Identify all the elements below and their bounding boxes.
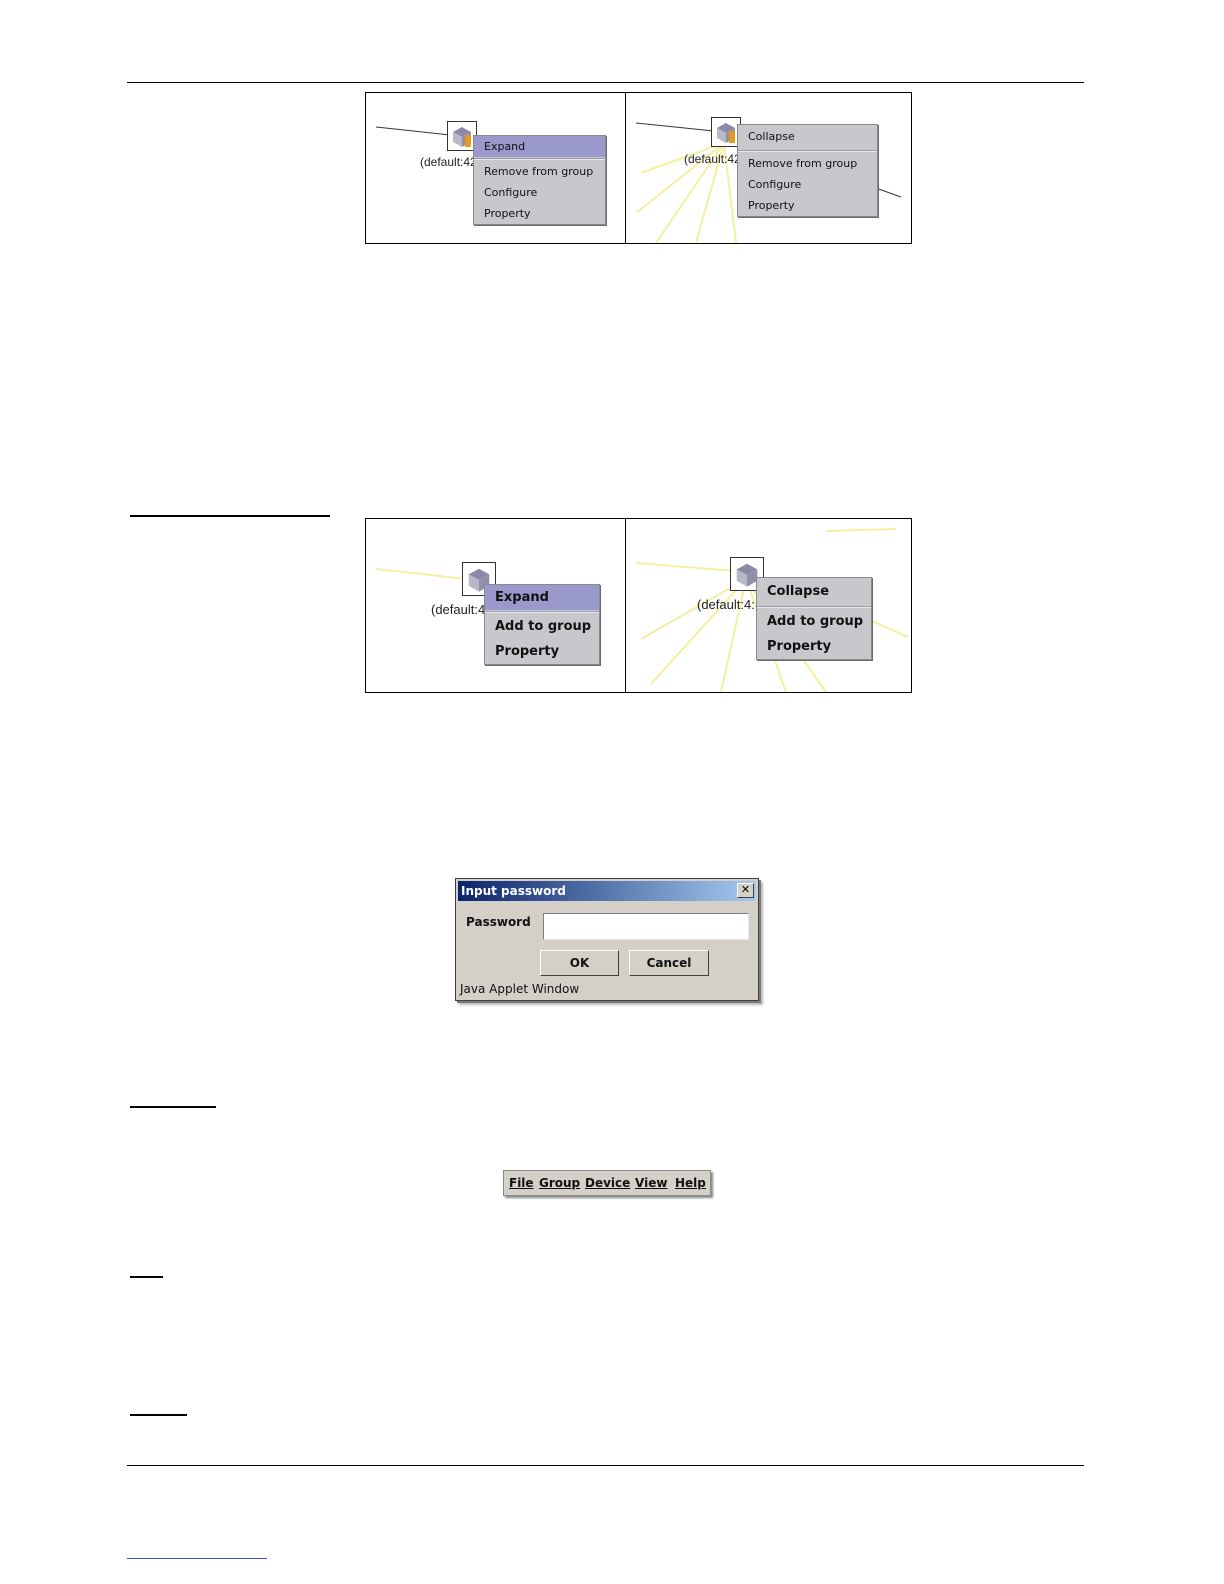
node-label: (default:4 <box>431 602 486 617</box>
menu-help[interactable]: Help <box>675 1176 706 1190</box>
footer-rule <box>127 1465 1084 1466</box>
cancel-button[interactable]: Cancel <box>629 950 709 976</box>
menu-item-property[interactable]: Property <box>757 634 871 659</box>
menu-item-expand[interactable]: Expand <box>485 585 599 610</box>
collapse-pane: (default:42 Collapse Remove from group C… <box>626 93 911 243</box>
menu-separator <box>485 611 599 613</box>
node-label: (default:42 <box>684 152 741 166</box>
password-label: Password <box>466 915 531 929</box>
menu-item-property[interactable]: Property <box>738 195 877 216</box>
figure-group-menu-screenshot: (default:42 Expand Remove from group Con… <box>365 92 912 244</box>
menu-item-property[interactable]: Property <box>485 639 599 664</box>
menu-file[interactable]: File <box>509 1176 534 1190</box>
menu-item-add-to-group[interactable]: Add to group <box>757 609 871 634</box>
password-input[interactable] <box>543 913 749 940</box>
expand-pane: (default:4 Expand Add to group Property <box>366 519 626 692</box>
context-menu: Collapse Add to group Property <box>756 577 872 660</box>
context-menu: Expand Add to group Property <box>484 584 600 665</box>
menu-separator <box>757 606 871 608</box>
ok-button[interactable]: OK <box>540 950 619 976</box>
header-rule <box>127 82 1084 83</box>
applet-status-text: Java Applet Window <box>460 982 580 996</box>
input-password-dialog: Input password ✕ Password OK Cancel Java… <box>455 878 759 1001</box>
dialog-title: Input password <box>458 881 756 901</box>
node-label: (default:4: <box>697 597 755 612</box>
collapse-pane: (default:4: Collapse Add to group Proper… <box>626 519 911 692</box>
expand-pane: (default:42 Expand Remove from group Con… <box>366 93 626 243</box>
section-heading-underline <box>130 1276 163 1278</box>
switch-icon <box>453 127 471 147</box>
menu-item-expand[interactable]: Expand <box>474 136 605 157</box>
menu-item-configure[interactable]: Configure <box>474 182 605 203</box>
menu-item-configure[interactable]: Configure <box>738 174 877 195</box>
menu-item-property[interactable]: Property <box>474 203 605 224</box>
menu-item-collapse[interactable]: Collapse <box>757 578 871 605</box>
node-label: (default:42 <box>420 155 477 169</box>
switch-icon <box>717 123 735 143</box>
menu-view[interactable]: View <box>635 1176 667 1190</box>
menu-item-remove-from-group[interactable]: Remove from group <box>738 153 877 174</box>
menu-item-remove-from-group[interactable]: Remove from group <box>474 161 605 182</box>
menu-item-collapse[interactable]: Collapse <box>738 125 877 149</box>
menu-device[interactable]: Device <box>585 1176 630 1190</box>
menu-item-add-to-group[interactable]: Add to group <box>485 614 599 639</box>
section-heading-underline <box>130 515 330 517</box>
section-heading-underline <box>130 1106 216 1108</box>
menu-separator <box>738 150 877 152</box>
figure-device-group-menu-screenshot: (default:4 Expand Add to group Property <box>365 518 912 693</box>
footer-link-underline[interactable] <box>127 1558 267 1559</box>
section-heading-underline <box>130 1414 187 1416</box>
context-menu: Expand Remove from group Configure Prope… <box>473 135 606 225</box>
context-menu: Collapse Remove from group Configure Pro… <box>737 124 878 217</box>
close-icon[interactable]: ✕ <box>737 883 754 898</box>
menu-bar: File Group Device View Help <box>503 1170 711 1196</box>
menu-group[interactable]: Group <box>539 1176 580 1190</box>
menu-separator <box>474 158 605 160</box>
